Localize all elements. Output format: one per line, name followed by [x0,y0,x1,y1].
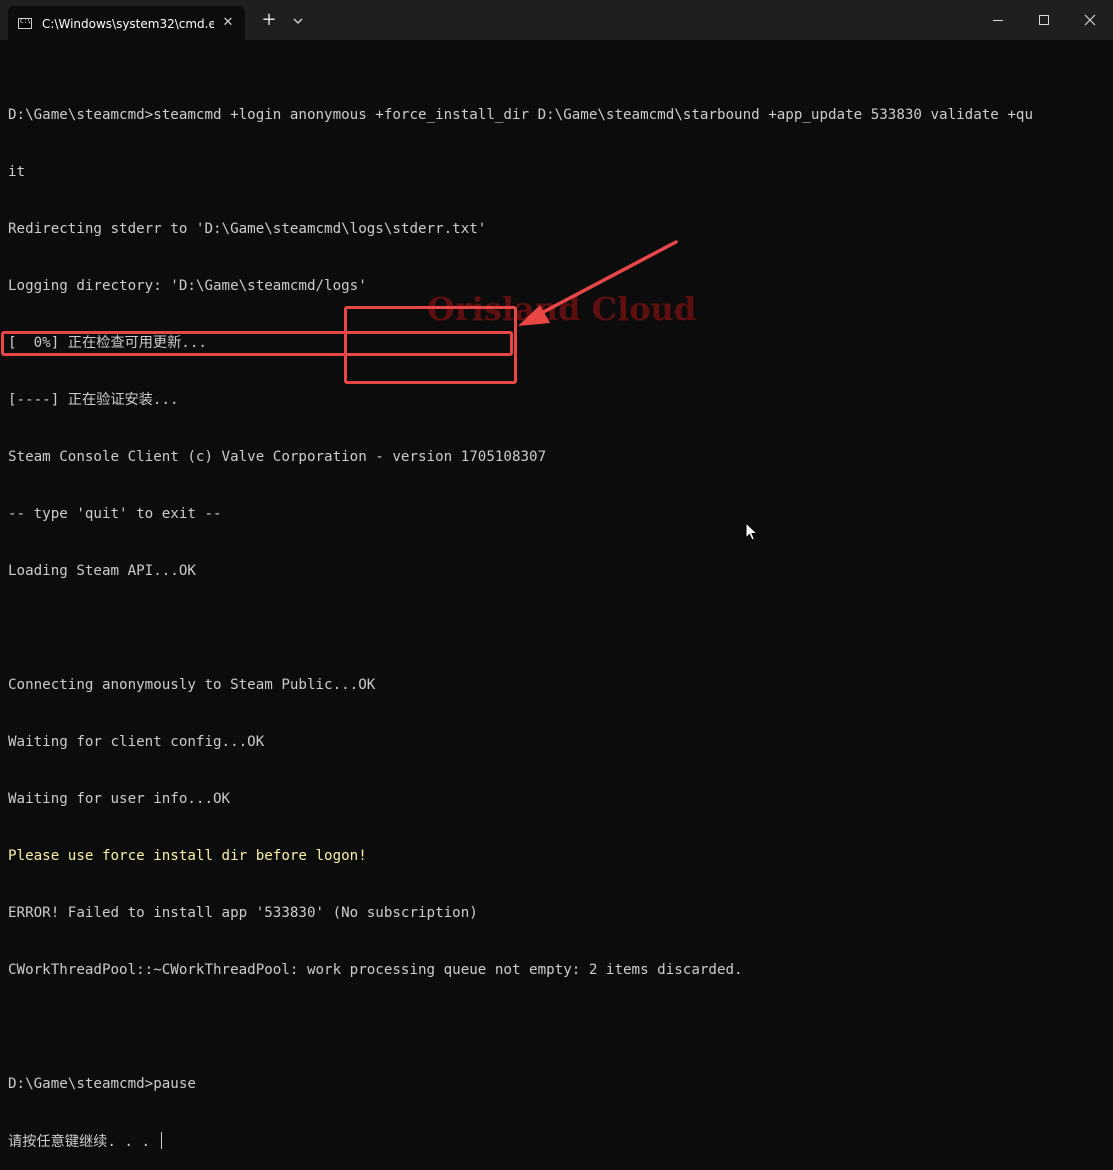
console-line: Loading Steam API...OK [8,563,196,579]
console-line: -- type 'quit' to exit -- [8,506,222,522]
maximize-icon [1039,15,1049,25]
console-line: Steam Console Client (c) Valve Corporati… [8,449,547,465]
console-prompt-line: 请按任意键继续. . . [8,1132,1033,1151]
maximize-button[interactable] [1021,0,1067,40]
close-window-button[interactable] [1067,0,1113,40]
chevron-down-icon[interactable] [290,13,306,29]
cmd-icon-text: C:\ [20,18,31,25]
title-bar: C:\ C:\Windows\system32\cmd.exe ✕ + [0,0,1113,40]
console-line: Waiting for user info...OK [8,791,231,807]
new-tab-button[interactable]: + [259,10,279,30]
console-output[interactable]: D:\Game\steamcmd>steamcmd +login anonymo… [8,68,1033,1170]
tab-title: C:\Windows\system32\cmd.exe [42,17,214,31]
minimize-icon [993,20,1003,21]
console-line: CWorkThreadPool::~CWorkThreadPool: work … [8,962,743,978]
tab-close-icon[interactable]: ✕ [221,15,235,31]
console-line: it [8,164,26,180]
no-subscription-highlight-box [344,306,517,384]
console-line: Redirecting stderr to 'D:\Game\steamcmd\… [8,221,487,237]
tab-cmd[interactable]: C:\ C:\Windows\system32\cmd.exe ✕ [8,6,245,40]
console-line: [----] 正在验证安装... [8,392,179,408]
close-icon [1084,14,1096,26]
console-line: Connecting anonymously to Steam Public..… [8,677,376,693]
text-cursor [160,1132,162,1149]
mouse-pointer-icon [745,521,759,542]
cmd-icon: C:\ [18,18,32,29]
console-line-error: ERROR! Failed to install app '533830' (N… [8,905,478,921]
console-line: D:\Game\steamcmd>steamcmd +login anonymo… [8,107,1033,123]
console-line: Waiting for client config...OK [8,734,265,750]
console-line: D:\Game\steamcmd>pause [8,1076,196,1092]
console-line-warning: Please use force install dir before logo… [8,848,367,864]
console-line: 请按任意键继续. . . [8,1134,159,1150]
minimize-button[interactable] [975,0,1021,40]
